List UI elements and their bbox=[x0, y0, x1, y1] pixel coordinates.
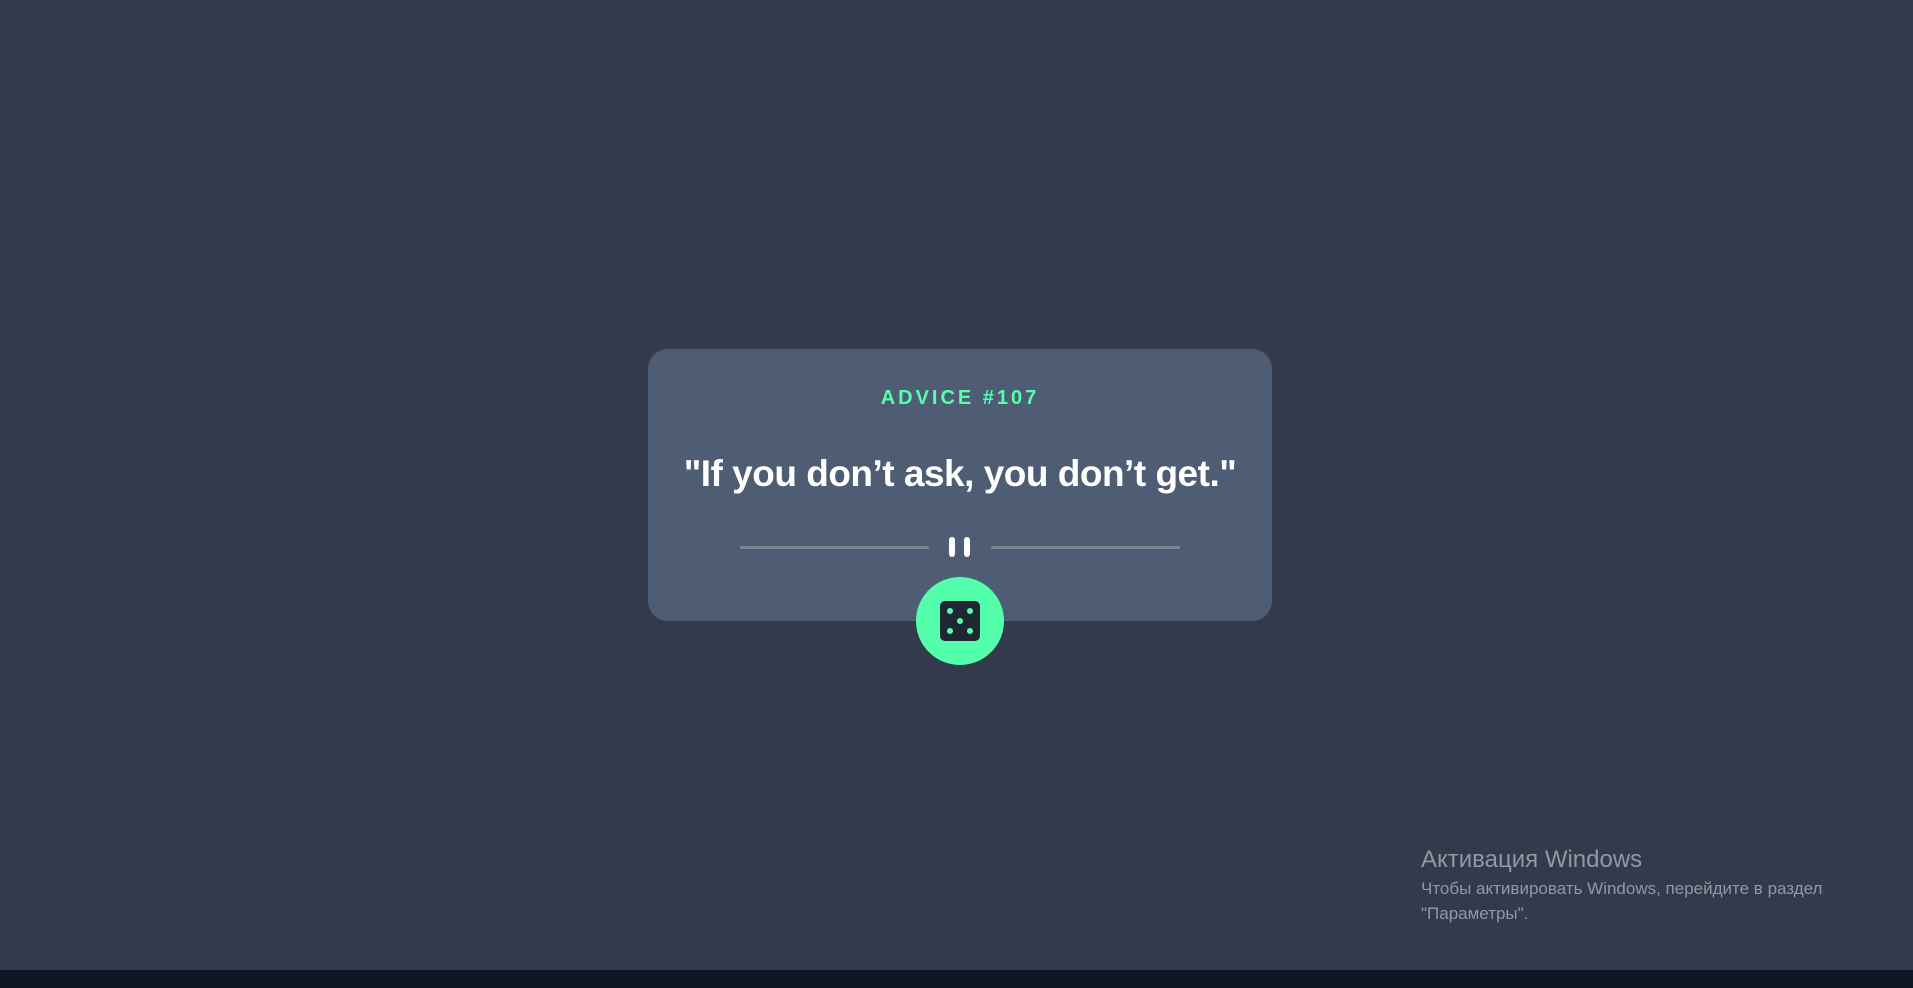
divider bbox=[740, 536, 1180, 558]
windows-activation-watermark: Активация Windows Чтобы активировать Win… bbox=[1421, 844, 1822, 926]
dice-icon bbox=[940, 601, 980, 641]
advice-text: "If you don’t ask, you don’t get." bbox=[683, 453, 1237, 494]
page: ADVICE #107 "If you don’t ask, you don’t… bbox=[0, 0, 1913, 988]
pause-icon bbox=[944, 536, 976, 558]
activation-line-1: Чтобы активировать Windows, перейдите в … bbox=[1421, 879, 1823, 898]
advice-number: ADVICE #107 bbox=[880, 387, 1040, 409]
taskbar bbox=[0, 970, 1913, 988]
divider-line-right bbox=[991, 546, 1180, 549]
new-advice-button[interactable] bbox=[916, 577, 1004, 665]
activation-line-2: "Параметры". bbox=[1421, 904, 1529, 923]
activation-title: Активация Windows bbox=[1421, 846, 1643, 873]
divider-line-left bbox=[740, 546, 929, 549]
